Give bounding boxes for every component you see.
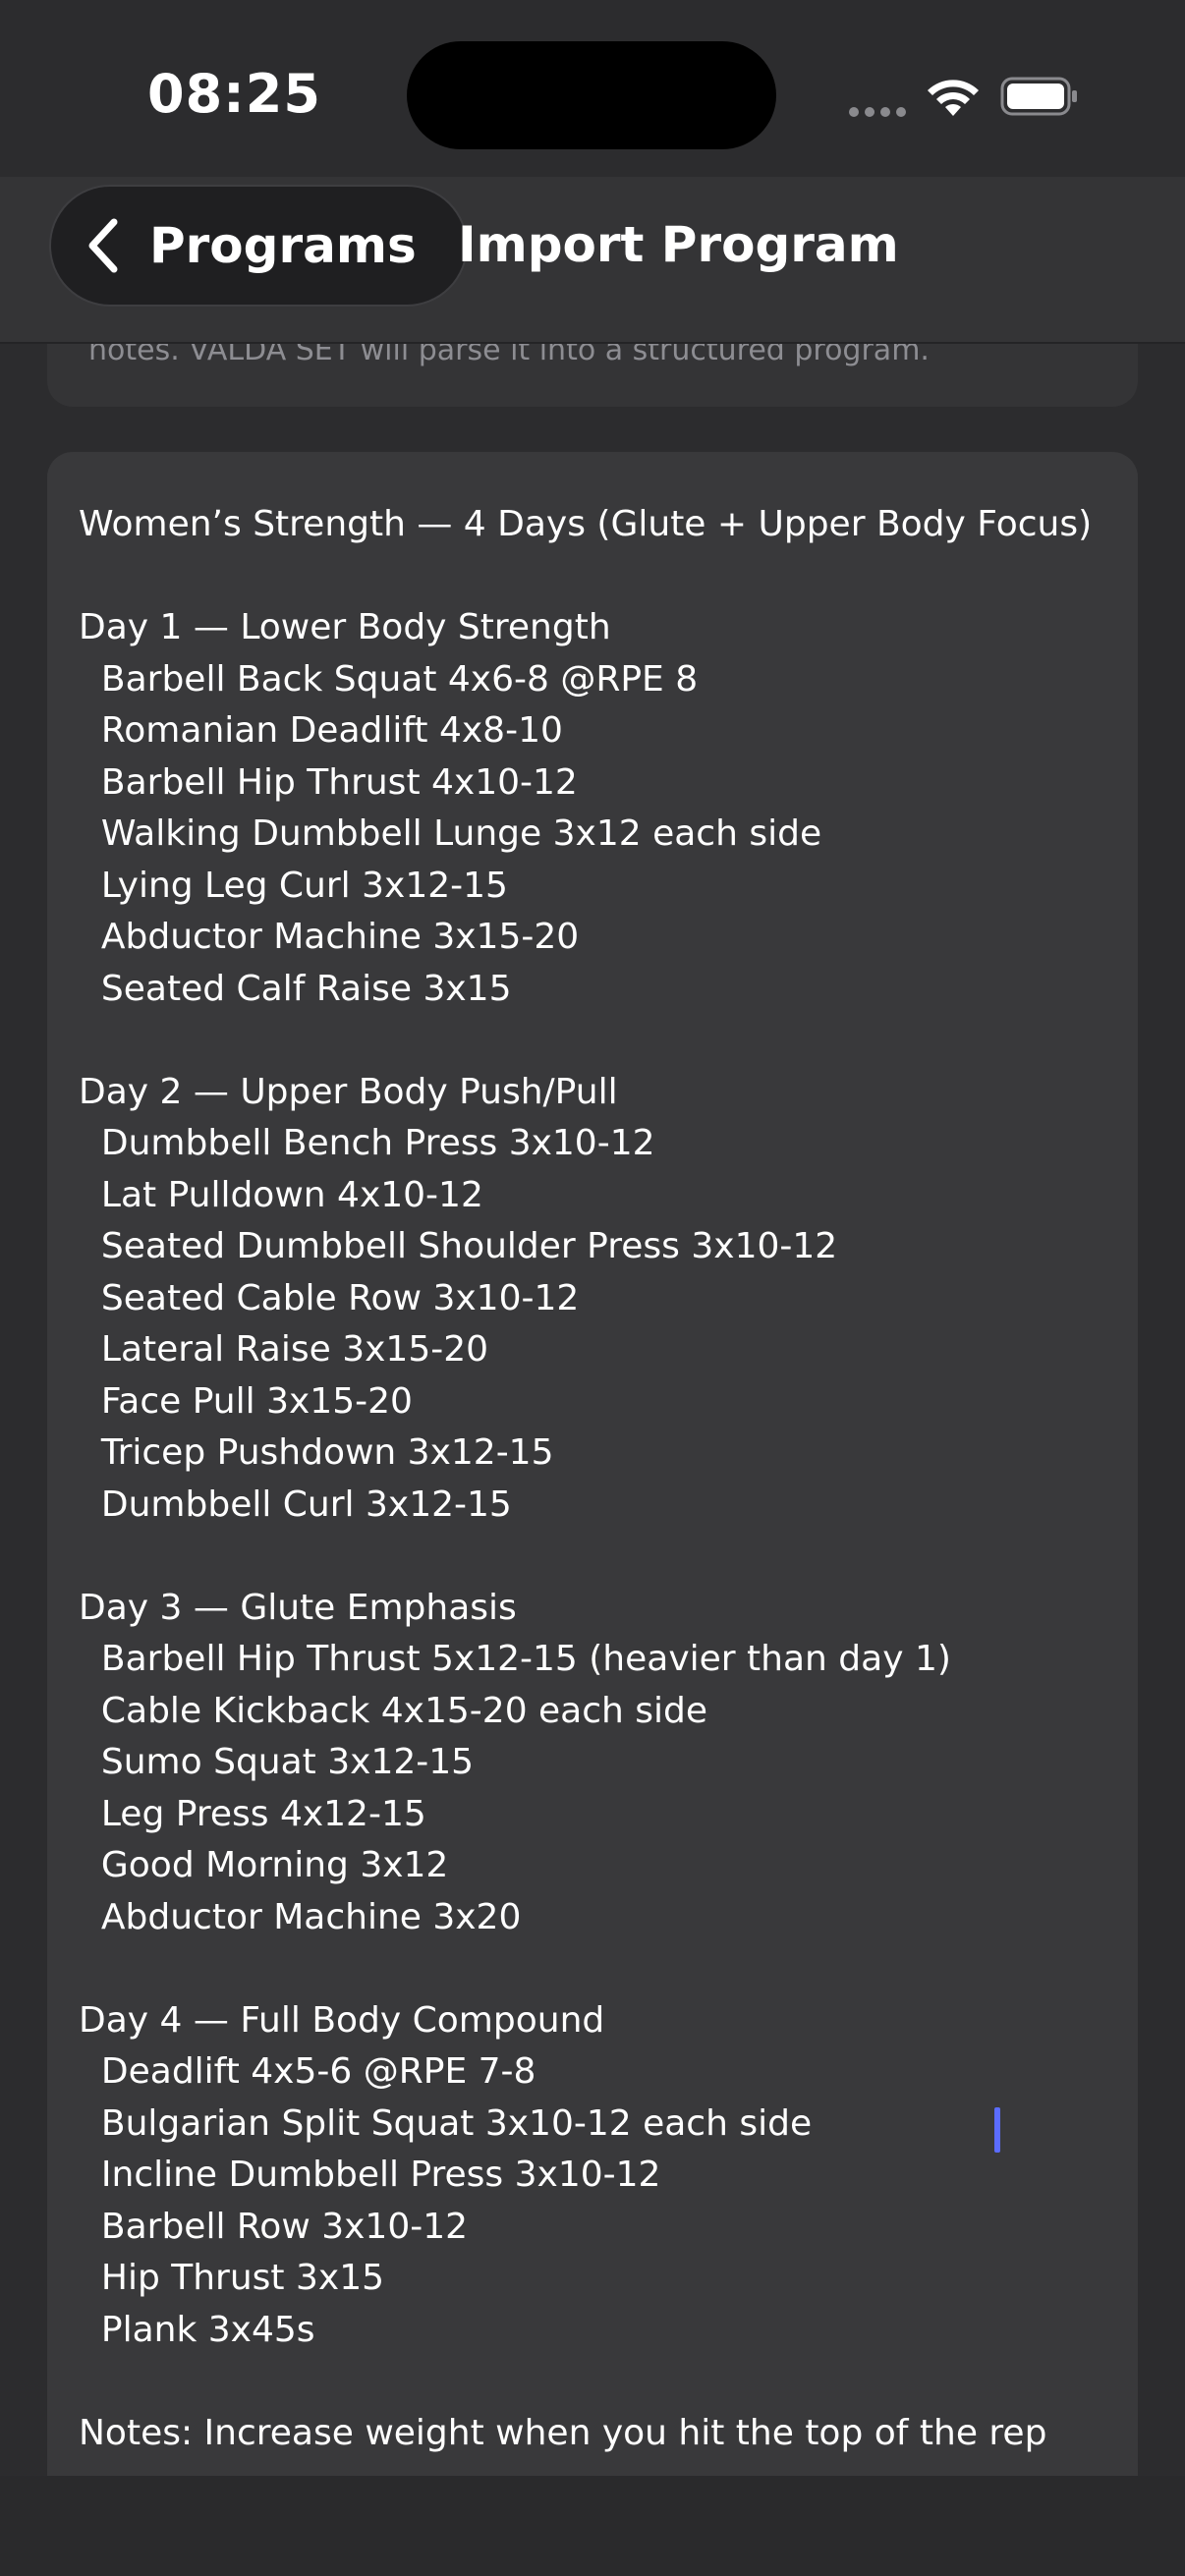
info-card: notes. VALDA SET will parse it into a st… bbox=[47, 342, 1138, 407]
wifi-icon bbox=[928, 80, 979, 116]
program-text-editor[interactable]: Women’s Strength — 4 Days (Glute + Upper… bbox=[47, 452, 1138, 2476]
back-button[interactable]: Programs bbox=[49, 185, 468, 307]
program-text: Women’s Strength — 4 Days (Glute + Upper… bbox=[79, 504, 1093, 2453]
scroll-content[interactable]: notes. VALDA SET will parse it into a st… bbox=[0, 342, 1185, 2476]
back-button-label: Programs bbox=[149, 217, 417, 274]
page-title: Import Program bbox=[458, 216, 899, 273]
battery-icon bbox=[1000, 77, 1077, 116]
dynamic-island bbox=[407, 41, 776, 149]
chevron-left-icon bbox=[88, 218, 118, 273]
text-caret bbox=[994, 2107, 1000, 2153]
cellular-signal-icon bbox=[849, 102, 912, 121]
status-time: 08:25 bbox=[147, 63, 321, 125]
navigation-bar: Programs Import Program bbox=[0, 177, 1185, 344]
bottom-bar bbox=[0, 2476, 1185, 2576]
info-text: notes. VALDA SET will parse it into a st… bbox=[88, 342, 930, 367]
status-bar: 08:25 bbox=[0, 0, 1185, 187]
